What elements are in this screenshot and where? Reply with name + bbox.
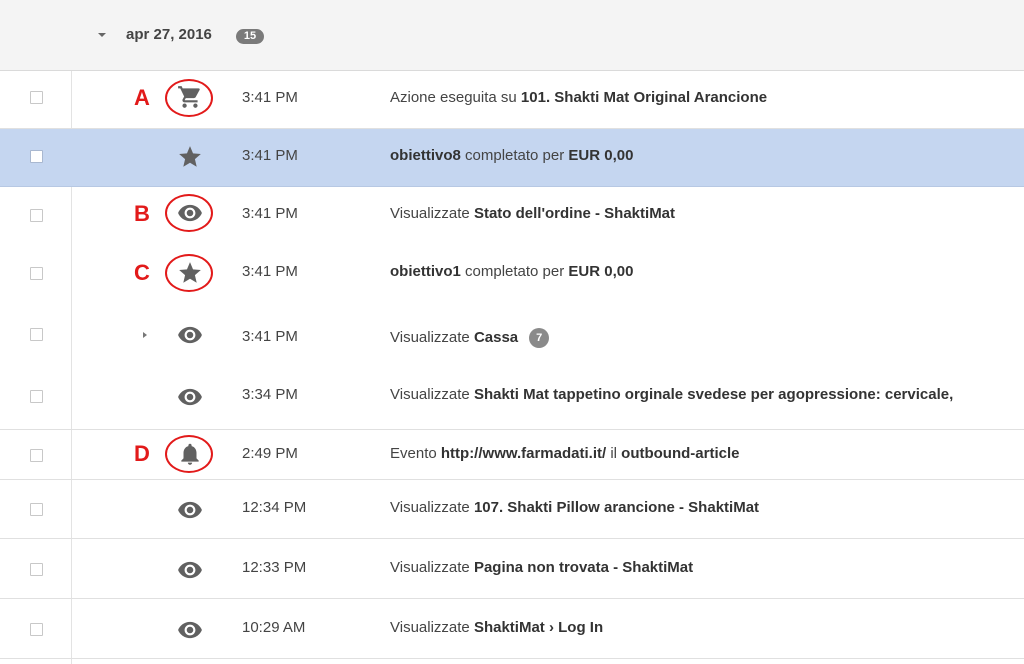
event-description[interactable]: Visualizzate ShaktiMat › Log In — [390, 619, 603, 636]
event-time: 3:41 PM — [242, 263, 298, 280]
event-description[interactable]: Visualizzate Pagina non trovata - Shakti… — [390, 559, 693, 576]
row-divider — [0, 658, 1024, 659]
eye-icon — [177, 617, 203, 643]
annotation-marker-c: C — [134, 260, 150, 285]
eye-icon — [177, 497, 203, 523]
event-time: 3:41 PM — [242, 328, 298, 345]
table-row[interactable]: 12:34 PM Visualizzate 107. Shakti Pillow… — [0, 480, 1024, 539]
row-checkbox[interactable] — [30, 328, 43, 341]
event-time: 3:41 PM — [242, 89, 298, 106]
event-description[interactable]: obiettivo1 completato per EUR 0,00 — [390, 263, 633, 280]
event-description[interactable]: Visualizzate Cassa 7 — [390, 328, 550, 348]
child-count-badge: 7 — [529, 328, 550, 348]
event-description[interactable]: Evento http://www.farmadati.it/ il outbo… — [390, 445, 739, 462]
event-time: 12:33 PM — [242, 559, 307, 576]
eye-icon — [177, 557, 203, 583]
row-checkbox[interactable] — [30, 150, 43, 163]
row-checkbox[interactable] — [30, 267, 43, 280]
row-checkbox[interactable] — [30, 209, 43, 222]
table-row[interactable]: C 3:41 PM obiettivo1 completato per EUR … — [0, 245, 1024, 303]
event-description[interactable]: Visualizzate Stato dell'ordine - ShaktiM… — [390, 205, 675, 222]
event-description[interactable]: Azione eseguita su 101. Shakti Mat Origi… — [390, 89, 767, 106]
eye-icon — [177, 322, 203, 348]
group-count-badge: 15 — [236, 29, 264, 44]
row-checkbox[interactable] — [30, 503, 43, 516]
row-checkbox[interactable] — [30, 91, 43, 104]
event-time: 12:34 PM — [242, 499, 307, 516]
eye-icon — [177, 384, 203, 410]
group-date: apr 27, 2016 — [126, 26, 212, 43]
bell-icon — [177, 441, 203, 467]
annotation-marker-d: D — [134, 441, 150, 466]
table-row[interactable]: 3:41 PM Visualizzate Cassa 7 — [0, 303, 1024, 366]
star-icon — [177, 260, 203, 286]
event-description[interactable]: obiettivo8 completato per EUR 0,00 — [390, 147, 633, 164]
event-time: 3:41 PM — [242, 205, 298, 222]
table-row[interactable]: D 2:49 PM Evento http://www.farmadati.it… — [0, 430, 1024, 480]
eye-icon — [177, 200, 203, 226]
row-checkbox[interactable] — [30, 449, 43, 462]
event-time: 3:41 PM — [242, 147, 298, 164]
collapse-caret-icon[interactable] — [98, 33, 106, 37]
table-row[interactable]: 10:29 AM Visualizzate ShaktiMat › Log In — [0, 599, 1024, 659]
row-checkbox[interactable] — [30, 563, 43, 576]
date-group-header[interactable]: apr 27, 2016 15 — [0, 0, 1024, 71]
shopping-cart-icon — [177, 84, 203, 110]
expand-caret-icon[interactable] — [143, 332, 147, 338]
table-row[interactable]: 3:34 PM Visualizzate Shakti Mat tappetin… — [0, 366, 1024, 430]
event-description[interactable]: Visualizzate 107. Shakti Pillow arancion… — [390, 499, 759, 516]
table-row[interactable]: 3:41 PM obiettivo8 completato per EUR 0,… — [0, 129, 1024, 187]
table-row[interactable]: B 3:41 PM Visualizzate Stato dell'ordine… — [0, 187, 1024, 245]
event-description[interactable]: Visualizzate Shakti Mat tappetino orgina… — [390, 386, 953, 403]
annotation-marker-b: B — [134, 201, 150, 226]
event-time: 3:34 PM — [242, 386, 298, 403]
row-checkbox[interactable] — [30, 390, 43, 403]
annotation-marker-a: A — [134, 85, 150, 110]
activity-timeline: apr 27, 2016 15 A 3:41 PM Azione eseguit… — [0, 0, 1024, 664]
table-row[interactable]: 12:33 PM Visualizzate Pagina non trovata… — [0, 539, 1024, 599]
row-checkbox[interactable] — [30, 623, 43, 636]
event-time: 2:49 PM — [242, 445, 298, 462]
table-row[interactable]: A 3:41 PM Azione eseguita su 101. Shakti… — [0, 70, 1024, 129]
star-icon — [177, 144, 203, 170]
event-time: 10:29 AM — [242, 619, 306, 636]
